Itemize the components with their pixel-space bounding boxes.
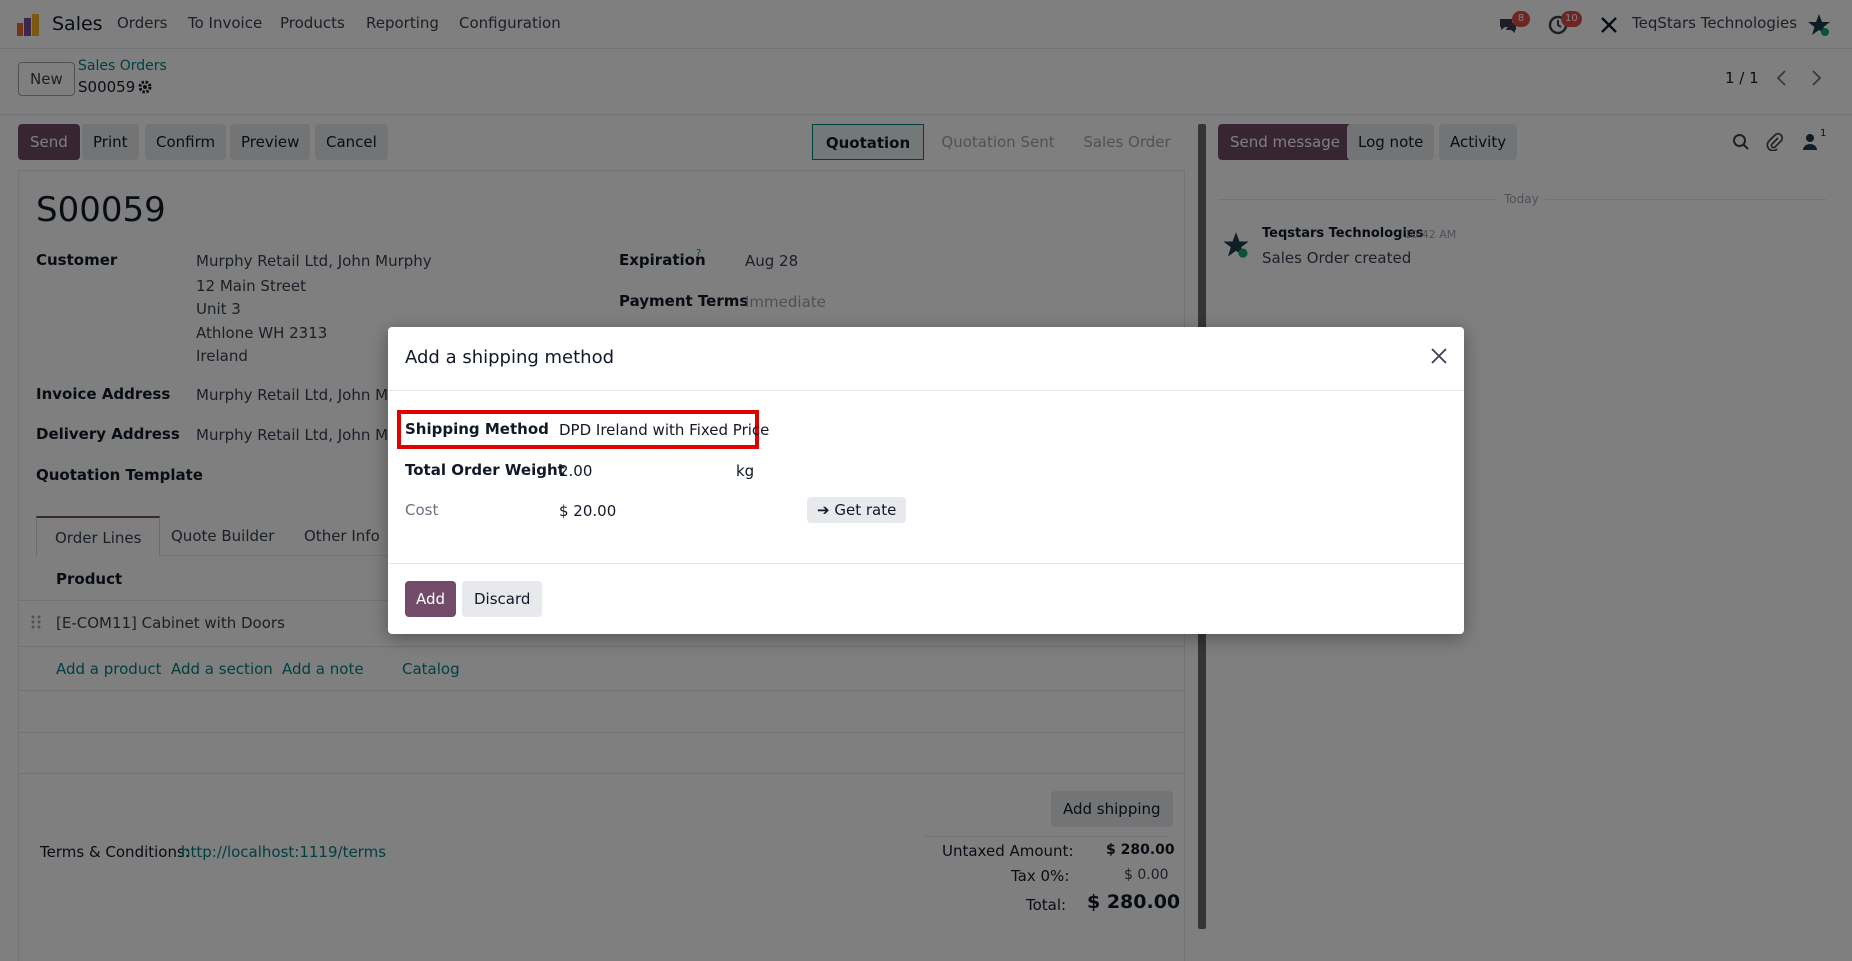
shipping-method-field[interactable]: DPD Ireland with Fixed Price <box>559 421 769 439</box>
weight-label: Total Order Weight <box>405 461 565 479</box>
cost-value: $ 20.00 <box>559 502 617 520</box>
dialog-title: Add a shipping method <box>405 347 615 368</box>
arrow-right-icon: ➔ <box>817 501 830 519</box>
weight-field[interactable]: 2.00 <box>559 462 592 480</box>
discard-button[interactable]: Discard <box>462 581 543 617</box>
shipping-method-label: Shipping Method <box>405 420 549 438</box>
dialog-header-divider <box>388 390 1464 391</box>
dialog-footer-divider <box>388 563 1464 564</box>
weight-unit: kg <box>736 462 755 480</box>
close-icon[interactable] <box>1430 347 1448 365</box>
shipping-method-dialog: Add a shipping method Shipping Method DP… <box>388 327 1464 634</box>
get-rate-button[interactable]: ➔ Get rate <box>807 497 907 523</box>
get-rate-label: Get rate <box>834 501 897 519</box>
add-button[interactable]: Add <box>405 581 457 617</box>
cost-label: Cost <box>405 501 439 519</box>
